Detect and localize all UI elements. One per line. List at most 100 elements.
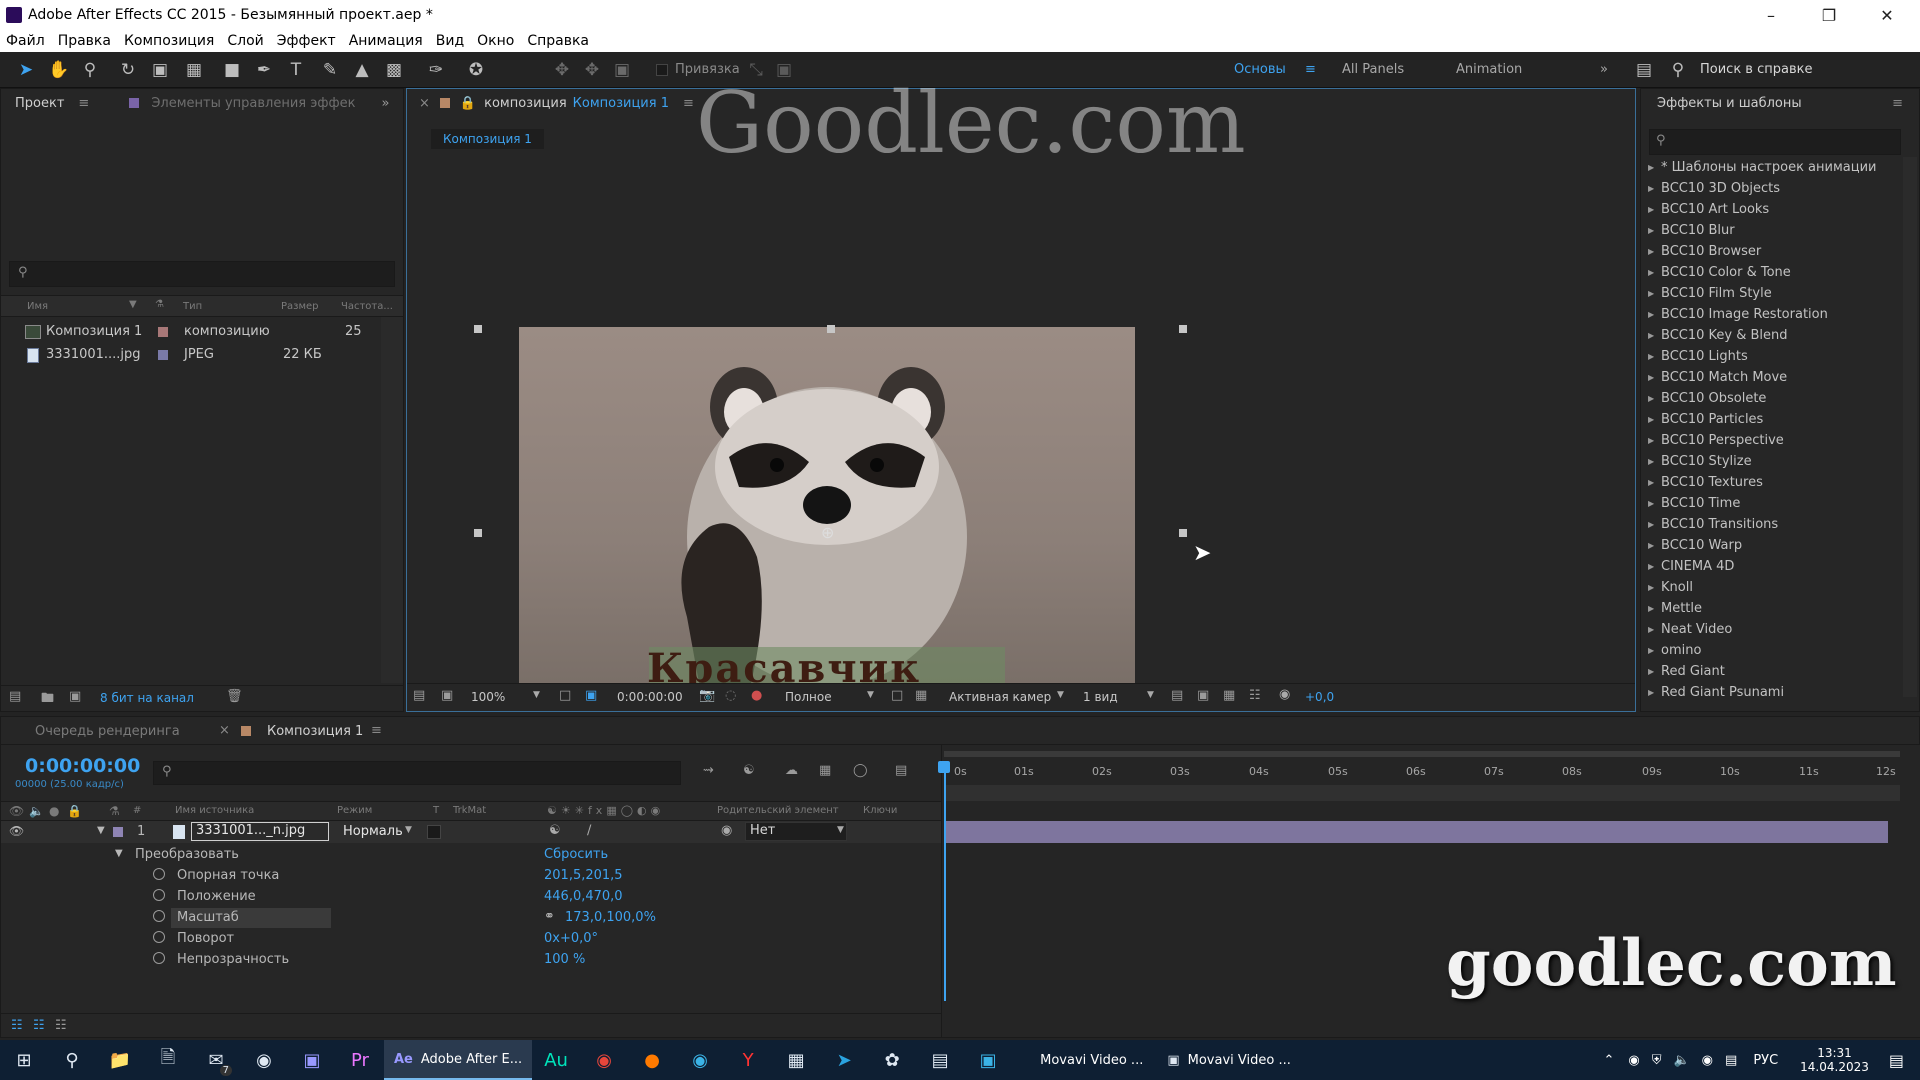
title-safe-icon[interactable]: □	[559, 688, 571, 703]
property-row[interactable]: Опорная точка 201,5,201,5	[1, 866, 941, 887]
help-search-icon[interactable]: ⚲	[1668, 60, 1688, 80]
browser-tray-icon[interactable]: ◉	[1702, 1053, 1713, 1068]
menu-edit[interactable]: Правка	[58, 33, 111, 49]
mail-icon[interactable]: ✉ 7	[192, 1040, 240, 1080]
reset-transform-button[interactable]: Сбросить	[544, 847, 608, 862]
current-time[interactable]: 0:00:00:00	[617, 690, 683, 704]
property-row[interactable]: Масштаб ⚭ 173,0,100,0%	[1, 908, 941, 929]
transform-handle[interactable]	[474, 325, 482, 333]
effects-category[interactable]: BCC10 Stylize	[1641, 451, 1901, 472]
transform-handle[interactable]	[474, 529, 482, 537]
views-select[interactable]: 1 вид	[1083, 690, 1118, 704]
property-value[interactable]: 201,5,201,5	[544, 868, 623, 883]
tab-effect-controls[interactable]: Элементы управления эффек	[151, 96, 355, 111]
layer-row[interactable]: 👁 ▼ 1 3331001..._n.jpg Нормаль ▼ ☯ ∕ ◉ Н…	[1, 821, 941, 843]
close-tab-icon[interactable]: ×	[419, 96, 430, 111]
menu-composition[interactable]: Композиция	[124, 33, 214, 49]
effects-category[interactable]: BCC10 Particles	[1641, 409, 1901, 430]
new-composition-icon[interactable]: ▣	[69, 689, 81, 704]
effects-scrollbar[interactable]	[1903, 157, 1917, 697]
constrain-proportions-icon[interactable]: ⚭	[544, 909, 555, 924]
help-search-input[interactable]: Поиск в справке	[1700, 62, 1812, 77]
type-tool-icon[interactable]: T	[286, 60, 306, 80]
app-icon[interactable]: ✿	[868, 1040, 916, 1080]
effects-search-input[interactable]: ⚲	[1649, 129, 1901, 155]
effects-category[interactable]: BCC10 Warp	[1641, 535, 1901, 556]
stopwatch-icon[interactable]	[153, 952, 165, 964]
in-out-icon[interactable]: ☷	[55, 1018, 67, 1033]
workspace-menu-icon[interactable]: ≡	[1305, 62, 1316, 77]
property-value[interactable]: 100 %	[544, 952, 585, 967]
effects-category[interactable]: BCC10 Image Restoration	[1641, 304, 1901, 325]
property-value[interactable]: 446,0,470,0	[544, 889, 623, 904]
stopwatch-icon[interactable]	[153, 868, 165, 880]
clock[interactable]: 13:31 14.04.2023	[1800, 1046, 1869, 1074]
menu-animation[interactable]: Анимация	[349, 33, 423, 49]
chevron-down-icon[interactable]: ▼	[1057, 690, 1064, 700]
pan-behind-tool-icon[interactable]: ▦	[184, 60, 204, 80]
color-channels-icon[interactable]: ●	[751, 688, 762, 703]
shield-icon[interactable]: ⛨	[1652, 1053, 1662, 1068]
notifications-icon[interactable]: ▤	[1889, 1051, 1904, 1070]
effects-category[interactable]: BCC10 Perspective	[1641, 430, 1901, 451]
menu-view[interactable]: Вид	[436, 33, 464, 49]
visibility-eye-icon[interactable]: 👁	[9, 824, 24, 838]
playhead-handle[interactable]	[938, 761, 950, 773]
label-icon[interactable]: ⚗	[109, 804, 120, 818]
chevron-down-icon[interactable]: ▼	[837, 825, 844, 835]
notepad-icon[interactable]: 🗎	[144, 1040, 192, 1080]
project-search-input[interactable]: ⚲	[9, 261, 395, 287]
col-fps[interactable]: Частота...	[341, 301, 393, 312]
camera-tool-icon[interactable]: ▣	[150, 60, 170, 80]
layer-switches-icon[interactable]: ☷	[11, 1018, 23, 1033]
rotate-tool-icon[interactable]: ↻	[118, 60, 138, 80]
property-row[interactable]: Непрозрачность 100 %	[1, 950, 941, 971]
layer-search-input[interactable]: ⚲	[153, 761, 681, 785]
taskbar-movavi-1[interactable]: Movavi Video ...	[1028, 1040, 1155, 1080]
resolution-select[interactable]: Полное	[785, 690, 832, 704]
effects-category[interactable]: BCC10 Textures	[1641, 472, 1901, 493]
tab-composition-1[interactable]: Композиция 1	[573, 96, 669, 111]
brush-tool-icon[interactable]: ✎	[320, 60, 340, 80]
world-axis-icon[interactable]: ✥	[582, 60, 602, 80]
network-icon[interactable]: ▤	[1725, 1053, 1737, 1068]
local-axis-icon[interactable]: ✥	[552, 60, 572, 80]
label-color-icon[interactable]	[158, 350, 168, 360]
lock-icon[interactable]: 🔒	[460, 96, 476, 111]
layer-duration-bar[interactable]	[946, 821, 1888, 843]
video-visibility-icon[interactable]: 👁	[9, 804, 24, 818]
switches-icons[interactable]: ☯☀✳fx▦◯◐◉	[547, 804, 664, 817]
app-icon[interactable]: ▦	[772, 1040, 820, 1080]
col-parent[interactable]: Родительский элемент	[717, 805, 839, 816]
menu-file[interactable]: Файл	[6, 33, 45, 49]
transfer-controls-icon[interactable]: ☷	[33, 1018, 45, 1033]
show-snapshot-icon[interactable]: ◌	[725, 688, 736, 703]
transform-handle[interactable]	[1179, 529, 1187, 537]
stopwatch-icon[interactable]	[153, 910, 165, 922]
close-button[interactable]: ✕	[1864, 0, 1910, 30]
new-folder-icon[interactable]: 🖿	[41, 689, 54, 711]
roto-brush-tool-icon[interactable]: ✑	[426, 60, 446, 80]
active-camera-select[interactable]: Активная камер	[949, 690, 1051, 704]
toggle-pixel-aspect-icon[interactable]: ▤	[1171, 688, 1183, 703]
chrome-icon[interactable]: ◉	[580, 1040, 628, 1080]
zoom-tool-icon[interactable]: ⚲	[80, 60, 100, 80]
effects-category[interactable]: BCC10 Transitions	[1641, 514, 1901, 535]
comp-breadcrumb[interactable]: Композиция 1	[431, 129, 544, 149]
shy-switch-icon[interactable]: ☯	[549, 823, 561, 838]
menu-help[interactable]: Справка	[527, 33, 589, 49]
eraser-tool-icon[interactable]: ▩	[384, 60, 404, 80]
more-workspaces-icon[interactable]: »	[1600, 62, 1608, 77]
tab-project[interactable]: Проект	[15, 96, 64, 111]
blend-mode-select[interactable]: Нормаль	[343, 824, 403, 839]
chevron-down-icon[interactable]: ▼	[405, 825, 412, 835]
project-scrollbar[interactable]	[381, 317, 403, 683]
fast-previews-icon[interactable]: ▣	[1197, 688, 1209, 703]
language-indicator[interactable]: РУС	[1753, 1053, 1778, 1068]
effects-category[interactable]: CINEMA 4D	[1641, 556, 1901, 577]
file-explorer-icon[interactable]: 📁	[96, 1040, 144, 1080]
taskbar-after-effects[interactable]: Ae Adobe After E...	[384, 1040, 533, 1080]
volume-icon[interactable]: 🔈	[1673, 1053, 1689, 1068]
project-item[interactable]: Композиция 1 композицию 25	[1, 321, 381, 343]
minimize-button[interactable]: –	[1748, 0, 1794, 30]
